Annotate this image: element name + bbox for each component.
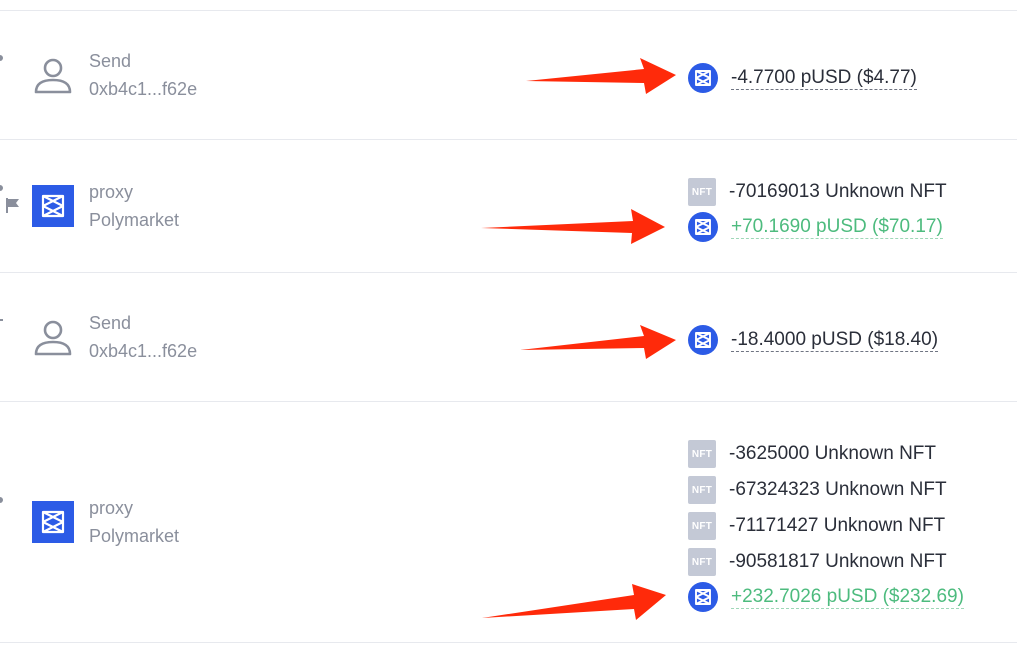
transaction-row[interactable]: Send 0xb4c1...f62e -18.4000 pUSD ($18.40…	[0, 273, 1017, 401]
polymarket-icon	[688, 325, 718, 355]
nft-icon: NFT	[688, 178, 716, 206]
counterparty-info: Send 0xb4c1...f62e	[89, 309, 197, 365]
transaction-row[interactable]: Send 0xb4c1...f62e -4.7700 pUSD ($4.77)	[0, 11, 1017, 139]
polymarket-icon	[688, 582, 718, 612]
transfer-line: NFT -71171427 Unknown NFT	[688, 511, 945, 541]
row-edge-mark	[0, 185, 3, 191]
red-arrow-annotation	[526, 58, 676, 94]
nft-icon: NFT	[688, 548, 716, 576]
polymarket-icon	[688, 63, 718, 93]
red-arrow-annotation	[482, 584, 666, 620]
transaction-type: Send	[89, 313, 132, 333]
nft-icon: NFT	[688, 440, 716, 468]
row-edge-mark	[0, 319, 3, 321]
transfer-line: NFT -3625000 Unknown NFT	[688, 439, 936, 469]
counterparty-name[interactable]: Polymarket	[89, 206, 179, 234]
transfer-line: NFT -70169013 Unknown NFT	[688, 177, 947, 207]
row-edge-mark	[0, 55, 3, 61]
counterparty-info: proxy Polymarket	[89, 494, 179, 550]
polymarket-icon	[688, 212, 718, 242]
row-edge-mark	[0, 497, 3, 503]
counterparty-address[interactable]: 0xb4c1...f62e	[89, 75, 197, 103]
nft-amount: -70169013 Unknown NFT	[729, 181, 947, 202]
user-icon	[34, 320, 72, 356]
red-arrow-annotation	[520, 325, 676, 359]
transaction-type: proxy	[89, 182, 134, 202]
token-amount-link[interactable]: +70.1690 pUSD ($70.17)	[731, 216, 943, 239]
row-divider	[0, 642, 1017, 643]
transfer-line: +232.7026 pUSD ($232.69)	[688, 582, 964, 612]
nft-icon: NFT	[688, 512, 716, 540]
user-icon	[34, 58, 72, 94]
polymarket-logo	[32, 501, 74, 543]
transfer-line: -4.7700 pUSD ($4.77)	[688, 63, 917, 93]
transfer-line: NFT -90581817 Unknown NFT	[688, 547, 947, 577]
transaction-row[interactable]: proxy Polymarket NFT -70169013 Unknown N…	[0, 140, 1017, 272]
nft-amount: -3625000 Unknown NFT	[729, 443, 936, 464]
nft-amount: -67324323 Unknown NFT	[729, 479, 947, 500]
transaction-type: Send	[89, 51, 132, 71]
transfer-line: -18.4000 pUSD ($18.40)	[688, 325, 939, 355]
red-arrow-annotation	[481, 209, 665, 244]
token-amount-link[interactable]: -18.4000 pUSD ($18.40)	[731, 329, 939, 352]
counterparty-info: Send 0xb4c1...f62e	[89, 47, 197, 103]
flag-icon	[6, 198, 19, 213]
polymarket-logo	[32, 185, 74, 227]
nft-icon: NFT	[688, 476, 716, 504]
counterparty-name[interactable]: Polymarket	[89, 522, 179, 550]
transfer-line: NFT -67324323 Unknown NFT	[688, 475, 947, 505]
transaction-list: Send 0xb4c1...f62e -4.7700 pUSD ($4.77) …	[0, 0, 1017, 651]
counterparty-address[interactable]: 0xb4c1...f62e	[89, 337, 197, 365]
counterparty-info: proxy Polymarket	[89, 178, 179, 234]
token-amount-link[interactable]: +232.7026 pUSD ($232.69)	[731, 586, 964, 609]
transfer-line: +70.1690 pUSD ($70.17)	[688, 212, 943, 242]
nft-amount: -90581817 Unknown NFT	[729, 551, 947, 572]
transaction-row[interactable]: proxy Polymarket NFT -3625000 Unknown NF…	[0, 402, 1017, 642]
transaction-type: proxy	[89, 498, 134, 518]
nft-amount: -71171427 Unknown NFT	[729, 515, 946, 536]
token-amount-link[interactable]: -4.7700 pUSD ($4.77)	[731, 67, 917, 90]
